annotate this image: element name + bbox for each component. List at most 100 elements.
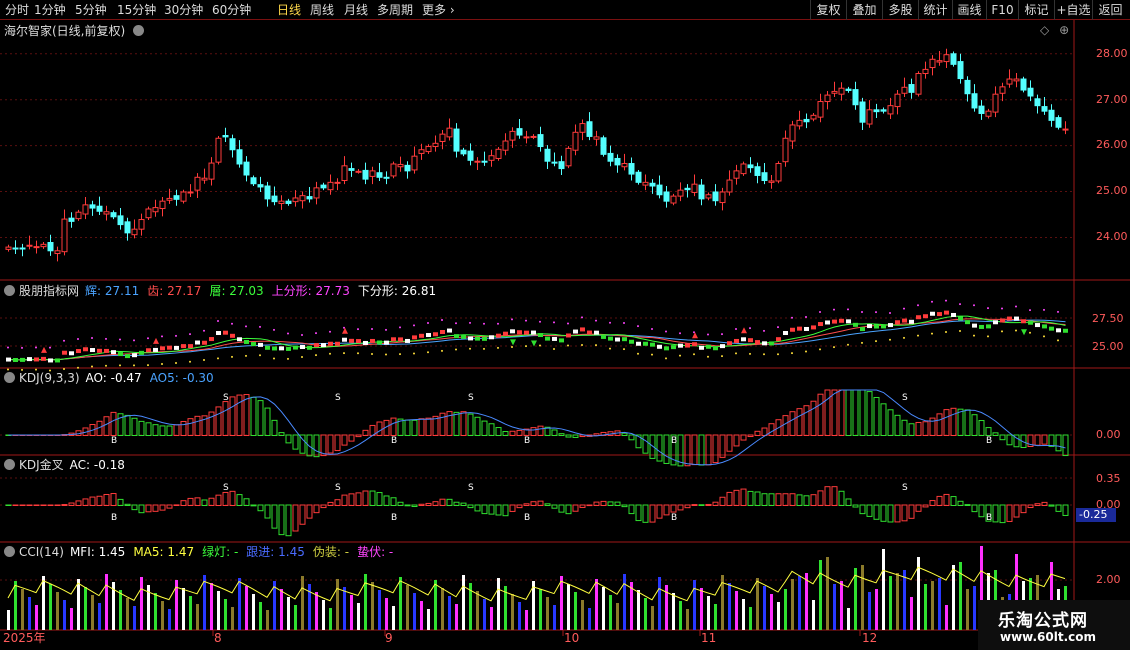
lower-fractal-dot (1001, 330, 1003, 333)
panel1-bar (657, 344, 662, 349)
down-arrow-icon (510, 339, 516, 346)
upper-fractal-dot (651, 328, 653, 331)
ao-bar (271, 419, 278, 437)
ao-bar (936, 413, 943, 437)
collapse-icon[interactable] (4, 459, 15, 470)
candle-body (12, 247, 19, 250)
panel1-bar (727, 341, 732, 346)
upper-fractal-dot (441, 319, 443, 321)
panel1-bar (321, 343, 326, 348)
collapse-icon[interactable] (4, 372, 15, 383)
dropdown-icon[interactable] (133, 25, 145, 36)
lower-fractal-dot (147, 364, 149, 367)
ao-bar (950, 407, 957, 436)
ac-bar (691, 504, 698, 507)
candle-body (425, 146, 432, 153)
upper-fractal-dot (987, 307, 989, 310)
candle-body (593, 136, 600, 140)
lower-fractal-dot (609, 347, 611, 350)
add-icon[interactable]: ⊕ (1059, 23, 1069, 37)
ao-bar (537, 425, 544, 436)
ac-bar (586, 504, 593, 507)
candle-body (33, 246, 40, 249)
lower-fractal-dot (189, 360, 191, 363)
up-arrow-icon (41, 346, 47, 353)
candle-body (740, 163, 747, 175)
candle-body (159, 200, 166, 210)
candle-body (348, 168, 355, 171)
mfi-bar (35, 605, 38, 630)
candle-body (495, 148, 502, 159)
panel1-bar (62, 350, 67, 355)
diamond-icon[interactable]: ◇ (1040, 23, 1049, 37)
ac-bar (1006, 504, 1013, 522)
ao-bar (103, 416, 110, 436)
candle-body (558, 161, 565, 170)
candle-body (61, 218, 68, 253)
ao-bar (978, 420, 985, 436)
ao-bar (789, 411, 796, 437)
ao-bar (418, 418, 425, 436)
upper-fractal-dot (105, 337, 107, 340)
panel1-bar (552, 336, 557, 341)
ao-bar (733, 434, 740, 447)
mfi-bar (301, 576, 304, 630)
candle-body (404, 164, 411, 172)
ac-bar (103, 493, 110, 506)
upper-fractal-dot (889, 312, 891, 315)
candle-body (75, 211, 82, 220)
ac-bar (264, 504, 271, 519)
ac-bar (747, 490, 754, 506)
mfi-bar (497, 578, 500, 630)
ac-bar (964, 504, 971, 506)
signal-marker: S (335, 483, 341, 493)
panel2-name: KDJ(9,3,3) (19, 371, 80, 385)
ao-bar (901, 419, 908, 436)
ao-bar (334, 434, 341, 452)
upper-fractal-dot (553, 321, 555, 324)
ao-bar (943, 409, 950, 437)
ao-bar (1048, 434, 1055, 447)
candle-body (971, 93, 978, 109)
mfi-bar (441, 588, 444, 630)
candle-body (859, 101, 866, 123)
panel3-title: KDJ金叉 AC: -0.18 (4, 458, 133, 472)
upper-fractal-dot (819, 311, 821, 314)
panel1-bar (1007, 316, 1012, 321)
lower-fractal-dot (791, 352, 793, 355)
ao-bar (1034, 434, 1041, 446)
ao-bar (1041, 434, 1048, 445)
ac-bar (1013, 504, 1020, 518)
lower-fractal-dot (931, 332, 933, 335)
lower-fractal-dot (329, 352, 331, 355)
upper-fractal-dot (49, 346, 51, 349)
lower-fractal-dot (973, 334, 975, 337)
ac-bar (684, 504, 691, 509)
panel1-bar (573, 329, 578, 334)
ac-bar (166, 504, 173, 509)
lower-fractal-dot (651, 353, 653, 356)
panel1-bar (258, 342, 263, 347)
ac-bar (68, 502, 75, 507)
upper-fractal-dot (595, 319, 597, 322)
upper-fractal-dot (77, 338, 79, 341)
mfi-bar (392, 606, 395, 630)
candle-body (600, 137, 607, 155)
candle-body (698, 184, 705, 200)
panel1-bar (160, 346, 165, 351)
mfi-bar (42, 576, 45, 630)
collapse-icon[interactable] (4, 285, 15, 296)
panel1-bar (251, 342, 256, 347)
panel1-bar (951, 312, 956, 317)
watermark: 乐淘公式网 www.60lt.com (978, 600, 1130, 650)
up-arrow-icon (153, 337, 159, 344)
candle-body (943, 54, 950, 63)
ao-bar (173, 424, 180, 436)
collapse-icon[interactable] (4, 546, 15, 557)
ac-bar (971, 504, 978, 513)
mfi-bar (595, 579, 598, 630)
candle-body (705, 194, 712, 199)
mfi-bar (140, 577, 143, 630)
ac-bar (131, 504, 138, 511)
ao-bar (719, 434, 726, 458)
